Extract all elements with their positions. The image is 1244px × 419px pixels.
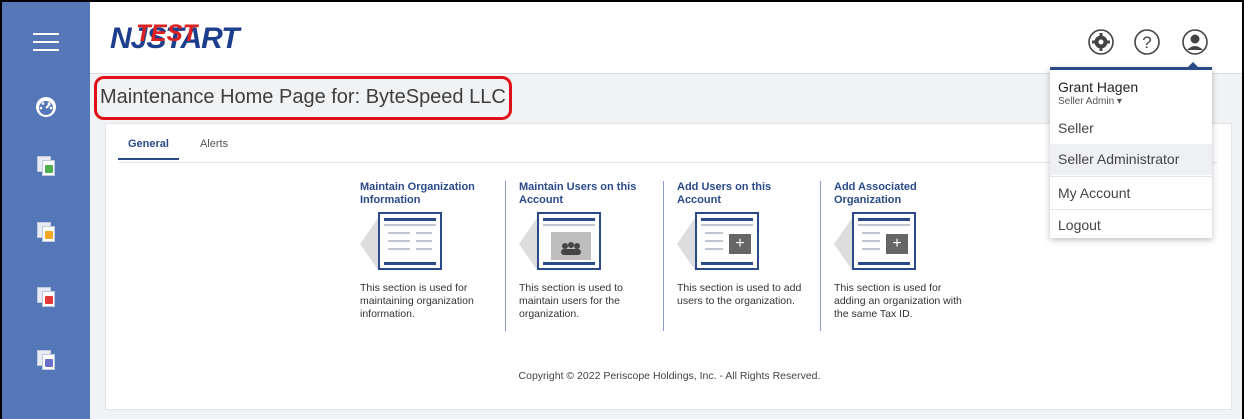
tab-bar: General Alerts (118, 138, 231, 160)
plus-icon: + (729, 234, 751, 254)
section-description: This section is used for adding an organ… (834, 282, 962, 320)
sidebar-item-document-3[interactable] (2, 267, 90, 327)
section-description: This section is used to add users to the… (677, 282, 802, 307)
gear-icon[interactable] (1088, 29, 1114, 55)
page-title: Maintenance Home Page for: ByteSpeed LLC (100, 86, 506, 108)
add-organization-illustration: + (834, 212, 974, 276)
menu-item-seller-administrator[interactable]: Seller Administrator (1050, 144, 1212, 175)
section-divider (820, 181, 821, 331)
user-role-selector[interactable]: Seller Admin ▾ (1058, 96, 1122, 107)
section-description: This section is used for maintaining org… (360, 282, 474, 320)
top-bar: NJSTART TEST ? (90, 2, 1242, 74)
plus-icon: + (886, 234, 908, 254)
add-users-illustration: + (677, 212, 817, 276)
document-icon (37, 350, 55, 370)
test-overlay: TEST (136, 20, 198, 47)
user-menu-dropdown: Grant Hagen Seller Admin ▾ Seller Seller… (1050, 67, 1212, 238)
menu-item-my-account[interactable]: My Account (1050, 178, 1212, 209)
hamburger-menu-icon[interactable] (2, 12, 90, 72)
user-name: Grant Hagen (1058, 79, 1139, 95)
section-title[interactable]: Add Associated Organization (834, 181, 974, 209)
copyright-footer: Copyright © 2022 Periscope Holdings, Inc… (518, 370, 821, 382)
sidebar-item-document-4[interactable] (2, 330, 90, 390)
users-illustration (519, 212, 659, 276)
user-avatar-icon[interactable] (1182, 29, 1208, 55)
section-add-associated-organization[interactable]: Add Associated Organization + This secti… (834, 181, 974, 321)
dashboard-icon[interactable] (2, 77, 90, 137)
organization-info-illustration (360, 212, 500, 276)
njstart-logo[interactable]: NJSTART TEST (110, 20, 240, 56)
menu-divider (1050, 176, 1212, 177)
tab-general[interactable]: General (118, 138, 179, 160)
section-divider (505, 181, 506, 331)
menu-item-seller[interactable]: Seller (1050, 113, 1212, 144)
svg-text:?: ? (1142, 33, 1151, 52)
sidebar (2, 2, 90, 419)
app-frame: NJSTART TEST ? Maintenance Home Page for… (0, 0, 1244, 419)
section-maintain-users[interactable]: Maintain Users on this Account This sect… (519, 181, 659, 321)
sidebar-item-document-1[interactable] (2, 136, 90, 196)
document-icon (37, 287, 55, 307)
tab-alerts[interactable]: Alerts (197, 138, 231, 160)
section-maintain-organization[interactable]: Maintain Organization Information This s… (360, 181, 500, 321)
sidebar-item-document-2[interactable] (2, 202, 90, 262)
help-icon[interactable]: ? (1134, 29, 1160, 55)
menu-item-logout[interactable]: Logout (1050, 210, 1212, 241)
document-icon (37, 222, 55, 242)
document-icon (37, 156, 55, 176)
section-add-users[interactable]: Add Users on this Account + This section… (677, 181, 817, 308)
section-title[interactable]: Add Users on this Account (677, 181, 817, 209)
chevron-down-icon: ▾ (1116, 96, 1122, 107)
section-description: This section is used to maintain users f… (519, 282, 623, 320)
section-title[interactable]: Maintain Users on this Account (519, 181, 659, 209)
section-title[interactable]: Maintain Organization Information (360, 181, 500, 209)
section-divider (663, 181, 664, 331)
